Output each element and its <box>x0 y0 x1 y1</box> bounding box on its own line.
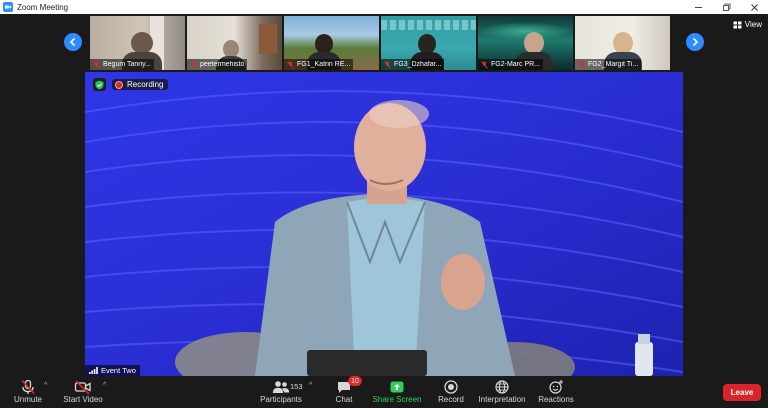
speaker-name-tag: Event Two <box>85 365 140 376</box>
chevron-right-icon <box>692 37 699 47</box>
audio-options-caret[interactable]: ^ <box>44 382 47 389</box>
chat-label: Chat <box>335 395 353 404</box>
unmute-label: Unmute <box>13 395 42 404</box>
reactions-button[interactable]: Reactions <box>538 378 574 408</box>
start-video-button[interactable]: Start Video <box>60 378 106 408</box>
record-button[interactable]: Record <box>436 378 466 408</box>
share-screen-label: Share Screen <box>372 395 422 404</box>
participant-name: peetermehisto <box>200 61 245 68</box>
chat-unread-badge: 10 <box>348 376 362 386</box>
reactions-label: Reactions <box>538 395 574 404</box>
gallery-prev-button[interactable] <box>64 33 82 51</box>
interpretation-button[interactable]: Interpretation <box>476 378 528 408</box>
gallery-next-button[interactable] <box>686 33 704 51</box>
participants-icon <box>272 378 290 395</box>
start-video-label: Start Video <box>63 395 103 404</box>
participants-options-caret[interactable]: ^ <box>309 382 312 389</box>
share-screen-button[interactable]: Share Screen <box>372 378 422 408</box>
participant-tile[interactable]: peetermehisto <box>187 16 282 70</box>
globe-icon <box>494 378 510 395</box>
participant-name: FG1_Katrin RE... <box>297 61 351 68</box>
muted-microphone-icon <box>20 378 36 395</box>
recording-indicator[interactable]: Recording <box>112 79 169 90</box>
speaker-video-frame <box>85 72 683 376</box>
participant-tile[interactable]: Begum Tanriy... <box>90 16 185 70</box>
recording-label: Recording <box>127 80 164 89</box>
active-speaker-video: Recording Event Two <box>85 72 683 376</box>
participant-name: Begum Tanriy... <box>103 61 151 68</box>
participant-name: FG3_Dzhafar... <box>394 61 442 68</box>
muted-mic-icon <box>190 60 197 69</box>
security-shield-icon[interactable] <box>93 78 106 91</box>
grid-view-icon <box>733 21 742 28</box>
zoom-window: Zoom Meeting Begum Tanriy... peetermehis… <box>0 0 768 408</box>
interpretation-label: Interpretation <box>478 395 526 404</box>
title-bar: Zoom Meeting <box>0 0 768 14</box>
window-title: Zoom Meeting <box>17 2 69 12</box>
chevron-left-icon <box>69 37 76 47</box>
leave-button[interactable]: Leave <box>723 384 761 401</box>
muted-mic-icon <box>93 60 100 69</box>
participant-tile[interactable]: FG3_Dzhafar... <box>381 16 476 70</box>
restore-icon[interactable] <box>712 0 740 14</box>
participant-tile[interactable]: FG2-Marc PR... <box>478 16 573 70</box>
participant-tile[interactable]: FG1_Katrin RE... <box>284 16 379 70</box>
chat-icon: 10 <box>336 376 362 395</box>
zoom-app-icon <box>3 2 13 12</box>
participants-label: Participants <box>260 395 302 404</box>
unmute-button[interactable]: Unmute <box>10 378 46 408</box>
participants-count: 153 <box>290 382 303 391</box>
muted-mic-icon <box>481 60 488 69</box>
record-icon <box>443 378 459 395</box>
muted-mic-icon <box>287 60 294 69</box>
chat-button[interactable]: 10 Chat <box>332 376 362 408</box>
participant-name: FG2-Marc PR... <box>491 61 541 68</box>
reaction-emoji-icon <box>548 378 564 395</box>
recording-dot-icon <box>115 80 123 89</box>
minimize-icon[interactable] <box>684 0 712 14</box>
video-options-caret[interactable]: ^ <box>103 382 106 389</box>
record-label: Record <box>438 395 464 404</box>
video-off-icon <box>74 378 92 395</box>
muted-mic-icon <box>578 60 585 69</box>
muted-mic-icon <box>384 60 391 69</box>
speaker-name: Event Two <box>101 366 136 375</box>
participant-tile[interactable]: FG2_Margit Ti... <box>575 16 670 70</box>
view-button[interactable]: View <box>733 18 762 31</box>
share-screen-icon <box>389 378 405 395</box>
signal-bars-icon <box>89 367 98 374</box>
meeting-toolbar: Unmute ^ Start Video ^ Participants 153 … <box>0 376 768 408</box>
close-icon[interactable] <box>740 0 768 14</box>
gallery-strip: Begum Tanriy... peetermehisto FG1_Katrin… <box>0 14 768 72</box>
participant-name: FG2_Margit Ti... <box>588 61 639 68</box>
view-label: View <box>744 20 762 29</box>
